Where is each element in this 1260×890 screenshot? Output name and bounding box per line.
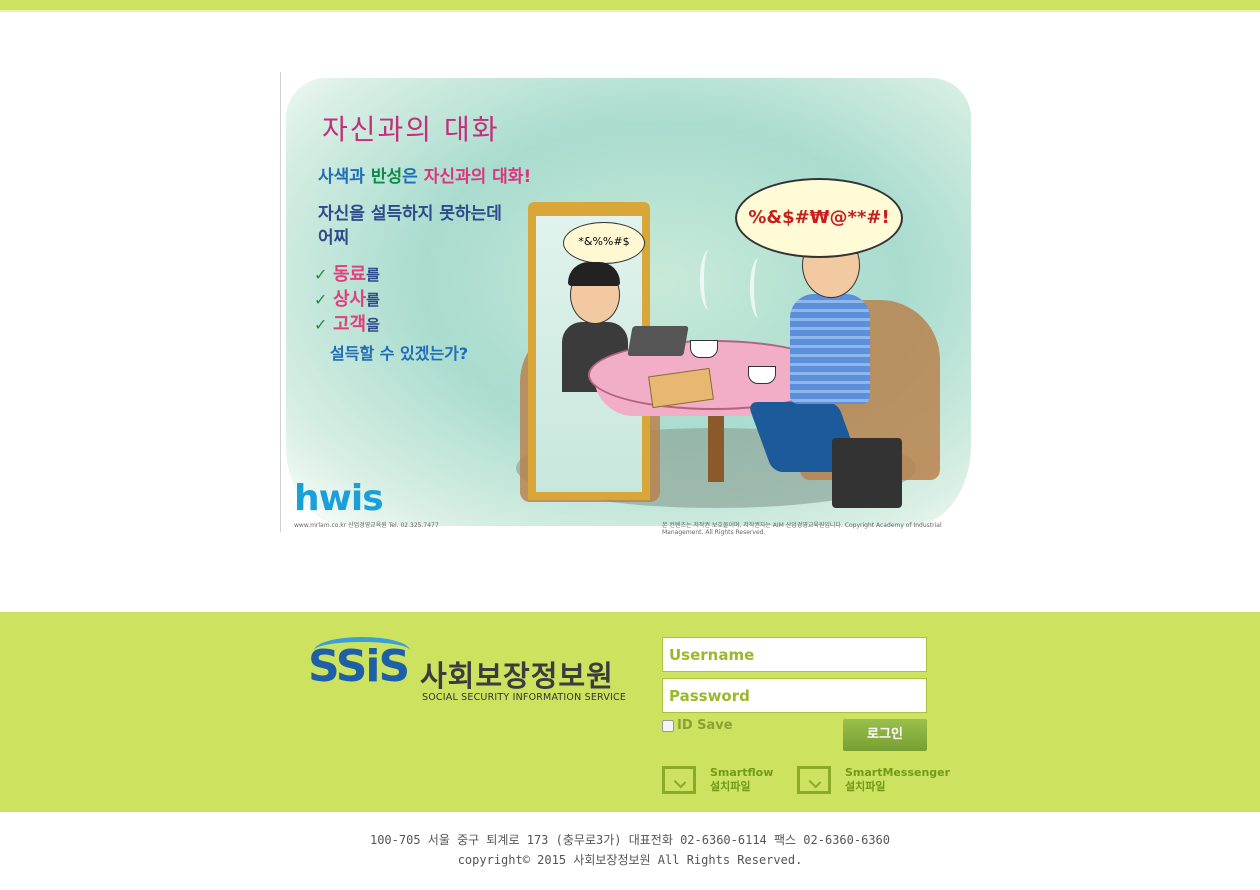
poster-check-suffix: 을 bbox=[366, 316, 380, 334]
poster-check-item: ✓ 상사를 bbox=[314, 285, 380, 311]
password-input[interactable] bbox=[662, 678, 927, 713]
poster-check-suffix: 를 bbox=[366, 291, 380, 309]
download-label: 설치파일 bbox=[845, 780, 886, 793]
poster-footer-left: www.mrlam.co.kr 산업경영교육원 Tel. 02.325.7477 bbox=[294, 522, 439, 529]
poster-word-2: 과 bbox=[349, 167, 365, 187]
mirror-speech-bubble: *&%%#$ bbox=[563, 222, 645, 264]
smartmessenger-download-text: SmartMessenger 설치파일 bbox=[845, 766, 950, 794]
logo-korean-name: 사회보장정보원 bbox=[420, 659, 614, 693]
poster-line-2: 자신을 설득하지 못하는데 어찌 bbox=[318, 202, 502, 250]
table-leg bbox=[708, 412, 724, 482]
poster-word-4: 은 bbox=[402, 167, 418, 187]
poster-word-3: 반성 bbox=[370, 167, 403, 187]
poster-check-item: ✓ 동료를 bbox=[314, 260, 380, 286]
steam-1 bbox=[700, 250, 718, 310]
speech-bubble: %&$#₩@**#! bbox=[735, 178, 903, 258]
poster-word-5: 자신과의 대화! bbox=[423, 167, 532, 187]
login-band bbox=[0, 612, 1260, 812]
check-icon: ✓ bbox=[314, 315, 328, 334]
footer-address: 100-705 서울 중구 퇴계로 173 (충무로3가) 대표전화 02-63… bbox=[369, 833, 890, 847]
poster-word-1: 사색 bbox=[318, 167, 350, 187]
top-accent-bar bbox=[0, 0, 1260, 12]
logo-english-name: SOCIAL SECURITY INFORMATION SERVICE bbox=[422, 692, 627, 703]
hwis-logo: hwis bbox=[294, 478, 384, 519]
download-icon bbox=[797, 766, 831, 794]
username-input[interactable] bbox=[662, 637, 927, 672]
poster-line-2a: 자신을 설득하지 못하는데 bbox=[318, 204, 502, 224]
briefcase bbox=[832, 438, 902, 508]
download-icon bbox=[662, 766, 696, 794]
poster-check-word: 상사 bbox=[332, 289, 367, 310]
login-button[interactable]: 로그인 bbox=[843, 719, 927, 751]
smartflow-download-link[interactable]: Smartflow 설치파일 bbox=[662, 766, 773, 794]
poster-footer-right: 본 컨텐츠는 저작권 보호물이며, 저작권자는 AIM 산업경영교육원입니다. … bbox=[662, 522, 942, 536]
id-save-label: ID Save bbox=[677, 718, 733, 733]
ssis-logo: SSiS 사회보장정보원 SOCIAL SECURITY INFORMATION… bbox=[308, 637, 626, 707]
download-name: SmartMessenger bbox=[845, 766, 951, 779]
poster-line-2b: 어찌 bbox=[318, 228, 350, 248]
id-save-option[interactable]: ID Save bbox=[662, 718, 733, 733]
poster-question: 설득할 수 있겠는가? bbox=[330, 344, 469, 363]
smartflow-download-text: Smartflow 설치파일 bbox=[710, 766, 773, 794]
smartmessenger-download-link[interactable]: SmartMessenger 설치파일 bbox=[797, 766, 950, 794]
poster-check-word: 고객 bbox=[332, 314, 367, 335]
man-talking bbox=[747, 228, 870, 472]
download-label: 설치파일 bbox=[710, 780, 751, 793]
poster-image: *&%%#$ %&$#₩@**#! 자신과의 대화 사색과 반성은 자신과의 대… bbox=[280, 72, 980, 536]
steam-2 bbox=[750, 258, 768, 318]
poster-edge bbox=[280, 72, 281, 532]
download-name: Smartflow bbox=[710, 766, 774, 779]
footer: 100-705 서울 중구 퇴계로 173 (충무로3가) 대표전화 02-63… bbox=[0, 830, 1260, 870]
check-icon: ✓ bbox=[314, 265, 328, 284]
laptop bbox=[627, 326, 689, 356]
poster-check-suffix: 를 bbox=[366, 266, 380, 284]
footer-copyright: copyright© 2015 사회보장정보원 All Rights Reser… bbox=[457, 853, 803, 867]
poster-check-item: ✓ 고객을 bbox=[314, 310, 380, 336]
id-save-checkbox[interactable] bbox=[662, 719, 674, 732]
coffee-cup-1 bbox=[690, 340, 718, 358]
poster-check-word: 동료 bbox=[332, 264, 367, 285]
poster-title: 자신과의 대화 bbox=[322, 113, 500, 146]
check-icon: ✓ bbox=[314, 290, 328, 309]
coffee-cup-2 bbox=[748, 366, 776, 384]
poster-line-1: 사색과 반성은 자신과의 대화! bbox=[318, 162, 531, 187]
logo-mark: SSiS bbox=[308, 641, 410, 692]
